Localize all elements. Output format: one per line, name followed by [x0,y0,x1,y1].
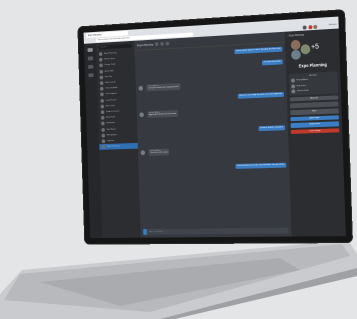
add-people-button[interactable]: Add People [290,114,339,122]
avatar [300,44,311,55]
avatar [100,92,104,97]
message-bubble: Travel details are in the shared folder,… [235,162,287,169]
chat-name: Tech Support [105,93,117,96]
video-icon[interactable] [160,41,164,46]
message-bubble: Harvey Adams See you at the expo [148,148,170,157]
laptop-base [0,240,357,319]
message-text: I'll check the booth [263,60,281,64]
members-section: Members Harvey Adams Kelly Jones Johanna S… [288,71,339,96]
chat-name: Kim Cho [104,75,113,79]
avatar [100,116,105,120]
chat-name: Design Team [104,64,116,67]
chat-name: Logistics [106,139,115,142]
user-menu[interactable]: Johanna [328,24,336,26]
group-avatars: +5 [285,34,340,63]
member-name: Johanna Smith [296,89,309,93]
shared-media-thumbnail[interactable] [289,101,339,109]
notifications-button[interactable]: Notifications [290,121,340,128]
avatar [138,85,144,91]
chat-name: Ben Carter [105,104,116,108]
chat-list: Search Expo Planning Maria Lopez Design Te… [95,40,141,238]
avatar [290,39,301,51]
laptop-screen: Expo Planning app.example.com/chat/expo-… [78,10,352,244]
show-all-button[interactable]: Show all [289,94,339,102]
message-bubble: Perfect, thanks everyone [258,125,286,131]
avatar [99,81,104,86]
conversation-title: Expo Planning [137,42,154,48]
files-button[interactable]: Files [290,108,339,115]
chat-name: Product Launch [105,110,120,113]
avatar [101,127,105,132]
notification-icon[interactable] [307,24,312,29]
chat-name: Maria Lopez [104,58,115,61]
info-icon[interactable] [165,41,170,46]
avatar [139,112,144,118]
avatar [99,75,104,80]
chat-name: Aaron Bell [104,69,114,73]
chat-name: Sam Reed [106,128,116,131]
message-bubble: Great, booth layout is final. Sending th… [233,46,283,55]
leave-group-button[interactable]: Leave Group [290,127,340,134]
member-item[interactable]: Johanna Smith [291,88,336,94]
avatar[interactable] [313,24,318,29]
message-bubble: Harvey Adams Can you confirm the shipping… [146,83,182,92]
chat-name: HR Updates [106,133,118,137]
attach-button[interactable] [143,229,147,235]
avatar [101,139,106,144]
avatar [291,78,295,83]
chat-name: Nina Patel [106,116,116,119]
message-text: Perfect, thanks everyone [260,126,284,130]
chat-name: Expo Planning [107,145,120,148]
member-name: Kelly Jones [296,84,306,87]
settings-nav-icon[interactable] [88,73,94,78]
message-text: Approved! Send it to the printer [149,113,177,117]
message-list: Great, booth layout is final. Sending th… [135,43,291,225]
avatar [290,49,301,60]
message-bubble: Banners are ready for print, just need a… [237,91,284,99]
more-members-count: +5 [311,43,319,51]
avatar [99,69,104,74]
avatar [98,52,103,57]
avatar [101,145,106,149]
message-placeholder: Type a message... [148,230,165,233]
message-text: Travel details are in the shared folder,… [236,163,285,167]
message-text: See you at the expo [150,151,168,155]
message-text: Great, booth layout is final. Sending th… [235,47,281,53]
message-bubble: Harvey Adams Approved! Send it to the pri… [147,110,179,119]
message-input[interactable]: Type a message... [143,227,289,235]
conversation: Expo Planning Great, booth layout is fin… [134,31,292,238]
group-info-panel: ‹ Expo Planning +5 Expo Planning Members… [284,28,346,237]
call-icon[interactable] [154,42,159,47]
message-bubble: I'll check the booth [261,59,283,66]
avatar [140,150,146,156]
extension-icon[interactable] [302,24,307,30]
avatar [101,133,106,138]
avatar [99,63,103,68]
chat-list-item[interactable]: Expo Planning [99,142,138,150]
chat-name: Omar Haddad [105,87,118,90]
member-name: Harvey Adams [296,78,309,82]
chat-nav-icon[interactable] [87,47,93,53]
avatar [100,104,105,109]
message-text: Banners are ready for print, just need a… [239,92,283,97]
avatar [100,98,104,103]
calendar-nav-icon[interactable] [88,64,94,69]
contacts-nav-icon[interactable] [87,56,94,61]
avatar [291,83,296,89]
avatar [99,86,104,91]
chat-name: Marketing [106,122,115,125]
browser-actions [302,24,318,30]
message-text: Can you confirm the shipping date? [148,86,180,90]
chat-name: Sales Leads [105,81,116,84]
avatar [101,121,105,126]
chat-name: Expo Planning [104,52,117,55]
avatar [291,89,296,94]
avatar [99,57,103,62]
chat-name: Lena Fischer [105,98,117,102]
chat-app: Expo Planning app.example.com/chat/expo-… [83,16,346,239]
search-input[interactable]: Search [98,43,132,50]
avatar [100,110,105,115]
